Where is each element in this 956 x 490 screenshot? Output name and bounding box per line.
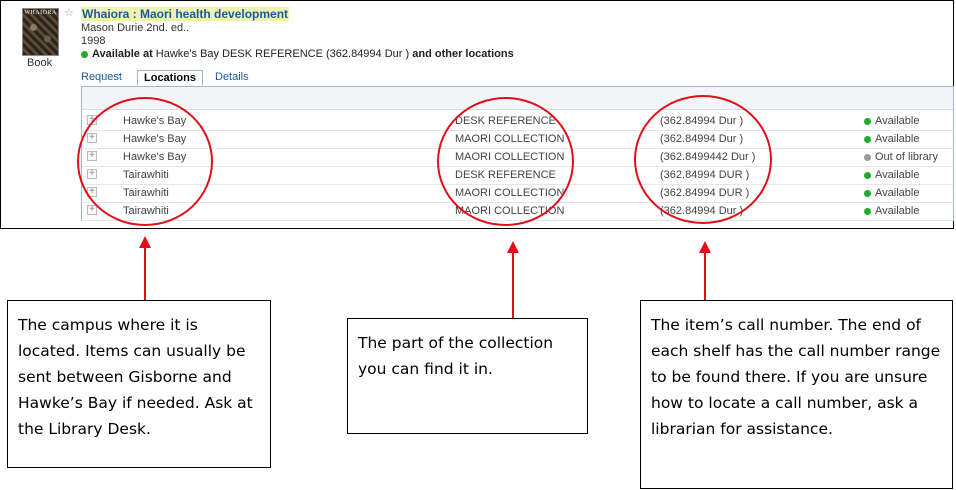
campus-arrow-line	[144, 246, 146, 300]
status-cell: Available	[864, 187, 919, 199]
author-edition: Mason Durie 2nd. ed..	[81, 22, 190, 34]
status-dot-icon	[864, 207, 871, 215]
available-status-icon	[81, 50, 88, 58]
status-label: Available	[875, 205, 920, 217]
availability-suffix: and other locations	[412, 48, 514, 60]
availability-summary: Available at Hawke's Bay DESK REFERENCE …	[81, 48, 514, 60]
tab-details[interactable]: Details	[209, 70, 255, 86]
status-cell: Available	[864, 133, 919, 145]
collection-highlight-circle	[437, 97, 574, 226]
tab-request[interactable]: Request	[75, 70, 128, 86]
call-number-highlight-circle	[634, 95, 772, 224]
tab-locations[interactable]: Locations	[137, 70, 203, 86]
cover-title-text: WHAIORA	[24, 10, 57, 16]
book-cover-thumbnail[interactable]: WHAIORA	[22, 8, 59, 56]
campus-highlight-circle	[77, 97, 213, 226]
collection-callout: The part of the collection you can find …	[347, 318, 588, 434]
status-dot-icon	[864, 171, 871, 179]
status-dot-icon	[864, 135, 871, 143]
status-label: Available	[875, 133, 920, 145]
call-number-callout: The item’s call number. The end of each …	[640, 300, 953, 489]
status-cell: Available	[864, 115, 919, 127]
status-cell: Available	[864, 169, 919, 181]
status-dot-icon	[864, 153, 871, 161]
status-dot-icon	[864, 117, 871, 125]
format-label: Book	[27, 57, 53, 69]
publication-year: 1998	[81, 35, 106, 47]
collection-arrow-line	[512, 251, 514, 319]
campus-callout: The campus where it is located. Items ca…	[7, 300, 271, 468]
status-label: Out of library	[875, 151, 938, 163]
call-number-arrow-line	[704, 251, 706, 300]
status-cell: Available	[864, 205, 919, 217]
availability-location: Hawke's Bay DESK REFERENCE (362.84994 Du…	[155, 48, 410, 60]
status-dot-icon	[864, 189, 871, 197]
status-cell: Out of library	[864, 151, 938, 163]
availability-prefix: Available at	[92, 48, 153, 60]
record-title-link[interactable]: Whaiora : Maori health development	[81, 7, 290, 21]
star-icon[interactable]: ☆	[64, 6, 74, 19]
status-label: Available	[875, 187, 920, 199]
status-label: Available	[875, 115, 920, 127]
status-label: Available	[875, 169, 920, 181]
